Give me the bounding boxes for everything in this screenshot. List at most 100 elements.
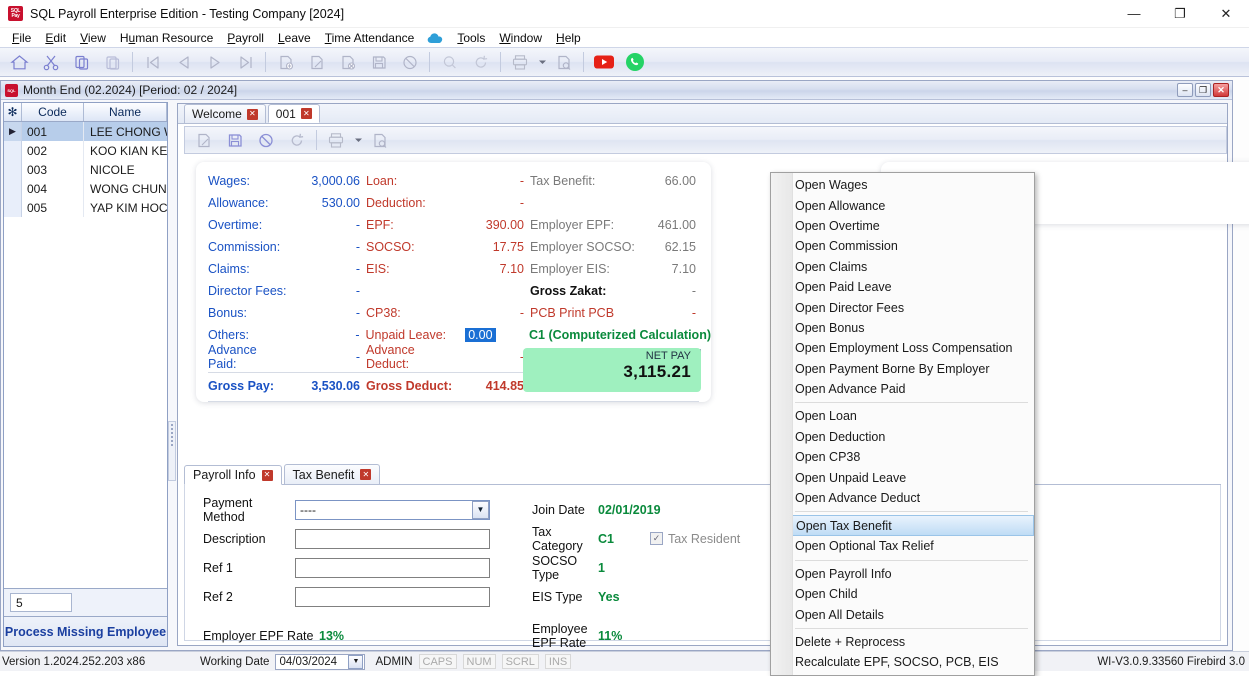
cloud-icon[interactable] [421, 31, 450, 45]
payment-method-select[interactable]: ---- ▼ [295, 500, 490, 520]
print-dropdown-icon[interactable] [536, 49, 548, 75]
whatsapp-icon[interactable] [619, 49, 650, 75]
value-deduction[interactable]: - [460, 196, 530, 210]
delete-document-icon[interactable] [332, 49, 363, 75]
value-others[interactable]: - [288, 328, 366, 342]
menu-item-open-wages[interactable]: Open Wages [771, 175, 1034, 195]
tab-welcome[interactable]: Welcome ✕ [184, 104, 266, 123]
preview-icon[interactable] [548, 49, 579, 75]
next-record-icon[interactable] [199, 49, 230, 75]
first-record-icon[interactable] [137, 49, 168, 75]
value-claims[interactable]: - [288, 262, 366, 276]
menu-item-open-employment-loss-compensation[interactable]: Open Employment Loss Compensation [771, 338, 1034, 358]
menu-item-open-all-details[interactable]: Open All Details [771, 604, 1034, 624]
menu-item-open-loan[interactable]: Open Loan [771, 406, 1034, 426]
paste-icon[interactable] [97, 49, 128, 75]
value-wages[interactable]: 3,000.06 [288, 174, 366, 188]
menu-item-open-overtime[interactable]: Open Overtime [771, 216, 1034, 236]
value-employer-eis[interactable]: 7.10 [642, 262, 702, 276]
menu-item-open-payroll-info[interactable]: Open Payroll Info [771, 564, 1034, 584]
menu-time-attendance[interactable]: Time Attendance [318, 30, 422, 46]
table-row[interactable]: 002 KOO KIAN KEAT [4, 141, 167, 160]
mdi-maximize-button[interactable]: ❐ [1195, 83, 1211, 97]
print-icon[interactable] [505, 49, 536, 75]
tab-tax-benefit[interactable]: Tax Benefit ✕ [284, 464, 381, 484]
ref2-input[interactable] [295, 587, 490, 607]
value-eis[interactable]: 7.10 [460, 262, 530, 276]
last-record-icon[interactable] [230, 49, 261, 75]
menu-tools[interactable]: Tools [450, 30, 492, 46]
value-pcb[interactable]: - [642, 306, 702, 320]
cancel-record-icon[interactable] [250, 127, 281, 153]
print-dropdown-icon[interactable] [352, 127, 364, 153]
menu-item-open-paid-leave[interactable]: Open Paid Leave [771, 277, 1034, 297]
menu-window[interactable]: Window [492, 30, 549, 46]
menu-item-open-cp38[interactable]: Open CP38 [771, 447, 1034, 467]
new-document-icon[interactable] [270, 49, 301, 75]
restore-button[interactable]: ❐ [1157, 0, 1203, 28]
menu-item-open-payment-borne-by-employer[interactable]: Open Payment Borne By Employer [771, 359, 1034, 379]
working-date-input[interactable]: 04/03/2024 ▼ [275, 654, 365, 670]
tab-001[interactable]: 001 ✕ [268, 104, 320, 123]
menu-item-open-advance-deduct[interactable]: Open Advance Deduct [771, 488, 1034, 508]
value-unpaid-leave[interactable]: 0.00 [465, 328, 495, 342]
menu-item-open-claims[interactable]: Open Claims [771, 257, 1034, 277]
tax-resident-checkbox[interactable]: ✓ Tax Resident [650, 532, 740, 546]
close-button[interactable]: ✕ [1203, 0, 1249, 28]
save-record-icon[interactable] [219, 127, 250, 153]
menu-item-open-optional-tax-relief[interactable]: Open Optional Tax Relief [771, 536, 1034, 556]
value-socso[interactable]: 17.75 [460, 240, 530, 254]
vertical-splitter[interactable] [168, 421, 176, 481]
process-missing-employee-button[interactable]: Process Missing Employee [4, 616, 167, 646]
chevron-down-icon[interactable]: ▼ [348, 655, 363, 669]
mdi-minimize-button[interactable]: – [1177, 83, 1193, 97]
copy-icon[interactable] [66, 49, 97, 75]
chevron-down-icon[interactable]: ▼ [472, 501, 489, 519]
menu-item-open-allowance[interactable]: Open Allowance [771, 195, 1034, 215]
menu-view[interactable]: View [73, 30, 113, 46]
menu-item-open-bonus[interactable]: Open Bonus [771, 318, 1034, 338]
table-row[interactable]: 005 YAP KIM HOCK [4, 198, 167, 217]
cut-icon[interactable] [35, 49, 66, 75]
menu-help[interactable]: Help [549, 30, 588, 46]
minimize-button[interactable]: — [1111, 0, 1157, 28]
value-employer-socso[interactable]: 62.15 [642, 240, 702, 254]
value-tax-benefit[interactable]: 66.00 [642, 174, 702, 188]
tab-payroll-info[interactable]: Payroll Info ✕ [184, 465, 282, 485]
menu-item-open-advance-paid[interactable]: Open Advance Paid [771, 379, 1034, 399]
table-row[interactable]: 003 NICOLE [4, 160, 167, 179]
label-pcb-print-pcb[interactable]: PCB Print PCB [530, 306, 642, 320]
value-epf[interactable]: 390.00 [460, 218, 530, 232]
menu-item-open-tax-benefit[interactable]: Open Tax Benefit [771, 515, 1034, 536]
menu-item-recalculate-epf-socso-pcb-eis[interactable]: Recalculate EPF, SOCSO, PCB, EIS [771, 652, 1034, 672]
value-advance-paid[interactable]: - [288, 350, 366, 364]
previous-record-icon[interactable] [168, 49, 199, 75]
menu-item-open-unpaid-leave[interactable]: Open Unpaid Leave [771, 467, 1034, 487]
value-cp38[interactable]: - [460, 306, 530, 320]
youtube-icon[interactable] [588, 49, 619, 75]
value-loan[interactable]: - [460, 174, 530, 188]
menu-item-open-director-fees[interactable]: Open Director Fees [771, 297, 1034, 317]
close-icon[interactable]: ✕ [247, 109, 258, 120]
value-director-fees[interactable]: - [288, 284, 366, 298]
ref1-input[interactable] [295, 558, 490, 578]
mdi-close-button[interactable]: ✕ [1213, 83, 1229, 97]
menu-item-delete-reprocess[interactable]: Delete + Reprocess [771, 632, 1034, 652]
record-count-value[interactable]: 5 [10, 593, 72, 612]
preview-record-icon[interactable] [364, 127, 395, 153]
search-icon[interactable] [434, 49, 465, 75]
refresh-icon[interactable] [465, 49, 496, 75]
table-row[interactable]: 004 WONG CHUN H... [4, 179, 167, 198]
menu-leave[interactable]: Leave [271, 30, 318, 46]
value-advance-deduct[interactable]: - [460, 350, 530, 364]
table-row[interactable]: ▶ 001 LEE CHONG WAI [4, 122, 167, 141]
edit-document-icon[interactable] [301, 49, 332, 75]
menu-file[interactable]: File [5, 30, 38, 46]
value-allowance[interactable]: 530.00 [288, 196, 366, 210]
menu-payroll[interactable]: Payroll [220, 30, 271, 46]
refresh-record-icon[interactable] [281, 127, 312, 153]
grid-column-code[interactable]: Code [22, 103, 84, 121]
grid-column-name[interactable]: Name [84, 103, 167, 121]
save-icon[interactable] [363, 49, 394, 75]
value-commission[interactable]: - [288, 240, 366, 254]
